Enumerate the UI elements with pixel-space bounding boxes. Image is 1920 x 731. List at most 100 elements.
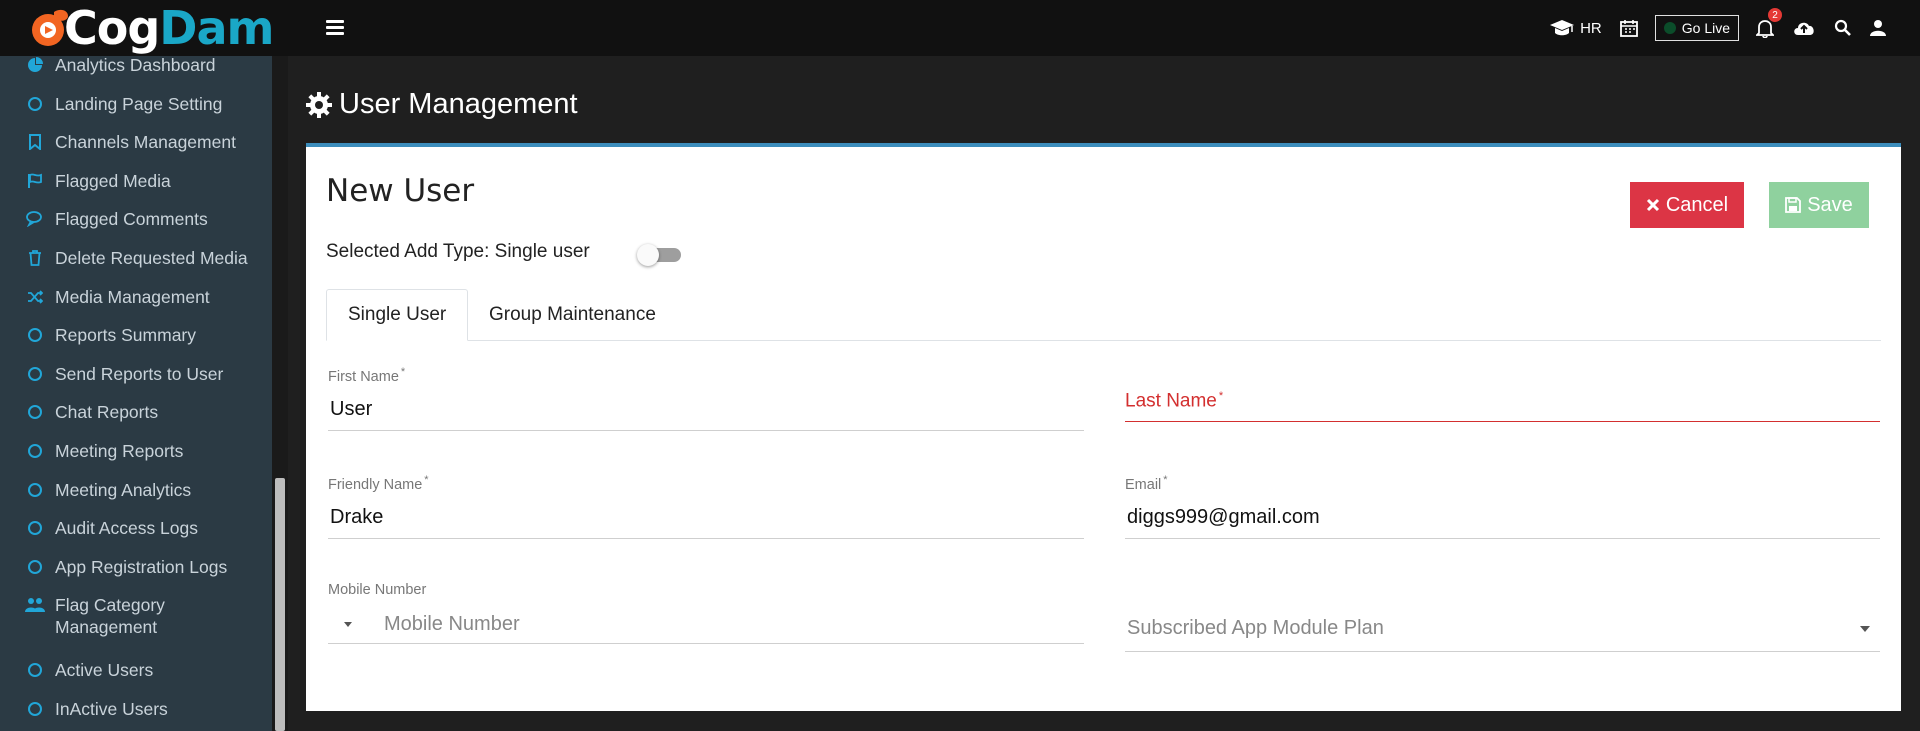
sidebar-item-label: Media Management bbox=[55, 286, 210, 307]
sidebar-item-chat-reports[interactable]: Chat Reports bbox=[0, 394, 272, 433]
graduation-cap-icon bbox=[1550, 20, 1575, 36]
close-icon bbox=[1646, 198, 1659, 212]
tab-group-maintenance[interactable]: Group Maintenance bbox=[468, 289, 677, 341]
trash-icon bbox=[25, 248, 45, 268]
sidebar-item-label: Reports Summary bbox=[55, 325, 197, 346]
calendar-icon bbox=[1619, 20, 1638, 37]
logo-bar: CogDam bbox=[0, 0, 288, 56]
sidebar-item-flagged-media[interactable]: Flagged Media bbox=[0, 163, 272, 202]
hr-label: HR bbox=[1580, 19, 1602, 37]
save-button[interactable]: Save bbox=[1769, 182, 1869, 228]
hr-menu[interactable]: HR bbox=[1550, 19, 1602, 37]
add-type-text: Selected Add Type: Single user bbox=[326, 241, 590, 262]
sidebar-item-flag-category-management[interactable]: Flag Category Management bbox=[0, 587, 272, 652]
email-label: Email * bbox=[1125, 474, 1168, 493]
country-code-dropdown-icon[interactable] bbox=[344, 622, 352, 627]
sidebar-item-label: Flagged Comments bbox=[55, 209, 208, 230]
shuffle-icon bbox=[25, 287, 45, 307]
page-title: User Management bbox=[305, 88, 578, 121]
sidebar-item-label: App Registration Logs bbox=[55, 556, 228, 577]
friendly-name-field[interactable]: Friendly Name * Drake bbox=[328, 474, 1084, 539]
circle-icon bbox=[25, 699, 45, 719]
sidebar-item-label: Chat Reports bbox=[55, 402, 159, 423]
sidebar-item-label: Meeting Reports bbox=[55, 440, 184, 461]
page-title-text: User Management bbox=[339, 88, 578, 120]
tab-single-user[interactable]: Single User bbox=[326, 289, 469, 341]
sidebar-scroll-thumb[interactable] bbox=[275, 478, 285, 731]
email-field[interactable]: Email * diggs999@gmail.com bbox=[1125, 474, 1880, 539]
circle-icon bbox=[25, 557, 45, 577]
last-name-field[interactable]: Last Name * bbox=[1125, 390, 1880, 423]
go-live-button[interactable]: Go Live bbox=[1654, 15, 1739, 41]
circle-icon bbox=[25, 480, 45, 500]
go-live-label: Go Live bbox=[1681, 20, 1730, 36]
cancel-button[interactable]: Cancel bbox=[1630, 182, 1744, 228]
user-profile-button[interactable] bbox=[1870, 19, 1886, 37]
add-type-toggle[interactable] bbox=[637, 244, 681, 266]
comments-icon bbox=[25, 209, 45, 229]
form-title: New User bbox=[326, 173, 475, 209]
circle-icon bbox=[25, 660, 45, 680]
sidebar-item-label: Delete Requested Media bbox=[55, 247, 248, 268]
pie-chart-icon bbox=[25, 55, 45, 75]
sidebar-item-label: Audit Access Logs bbox=[55, 518, 198, 539]
sidebar: Analytics Dashboard Landing Page Setting… bbox=[0, 0, 288, 731]
circle-icon bbox=[25, 402, 45, 422]
sidebar-item-audit-access-logs[interactable]: Audit Access Logs bbox=[0, 510, 272, 549]
sidebar-item-active-users[interactable]: Active Users bbox=[0, 652, 272, 691]
sidebar-item-send-reports-to-user[interactable]: Send Reports to User bbox=[0, 356, 272, 395]
cloud-upload-icon bbox=[1794, 22, 1814, 35]
sidebar-item-app-registration-logs[interactable]: App Registration Logs bbox=[0, 549, 272, 588]
mobile-number-label: Mobile Number bbox=[328, 582, 427, 598]
chevron-down-icon bbox=[1860, 625, 1870, 632]
first-name-input[interactable]: User bbox=[328, 385, 1084, 431]
sidebar-item-meeting-reports[interactable]: Meeting Reports bbox=[0, 433, 272, 472]
subscribed-plan-placeholder: Subscribed App Module Plan bbox=[1127, 617, 1384, 639]
sidebar-item-inactive-users[interactable]: InActive Users bbox=[0, 691, 272, 730]
sidebar-item-delete-requested-media[interactable]: Delete Requested Media bbox=[0, 240, 272, 279]
sidebar-item-label: Active Users bbox=[55, 660, 154, 681]
subscribed-plan-row[interactable]: Subscribed App Module Plan bbox=[1125, 606, 1880, 652]
cogdam-logo[interactable]: CogDam bbox=[26, 1, 274, 55]
circle-icon bbox=[25, 364, 45, 384]
sidebar-item-meeting-analytics[interactable]: Meeting Analytics bbox=[0, 472, 272, 511]
notification-badge: 2 bbox=[1768, 8, 1782, 22]
sidebar-item-label: Meeting Analytics bbox=[55, 479, 192, 500]
sidebar-item-media-management[interactable]: Media Management bbox=[0, 279, 272, 318]
bookmark-icon bbox=[25, 132, 45, 152]
notifications-button[interactable]: 2 bbox=[1756, 8, 1782, 38]
friendly-name-label: Friendly Name * bbox=[328, 474, 429, 493]
friendly-name-input[interactable]: Drake bbox=[328, 493, 1084, 539]
sidebar-item-landing-page-setting[interactable]: Landing Page Setting bbox=[0, 86, 272, 125]
cancel-label: Cancel bbox=[1665, 193, 1729, 216]
mobile-number-field[interactable]: Mobile Number Mobile Number bbox=[328, 582, 1084, 644]
last-name-label: Last Name * bbox=[1125, 390, 1224, 412]
mobile-number-input[interactable]: Mobile Number bbox=[384, 613, 520, 636]
top-bar: HR Go Live 2 bbox=[288, 0, 1920, 56]
sidebar-item-reports-summary[interactable]: Reports Summary bbox=[0, 317, 272, 356]
sidebar-item-channels-management[interactable]: Channels Management bbox=[0, 124, 272, 163]
search-button[interactable] bbox=[1834, 19, 1852, 37]
mobile-number-row: Mobile Number bbox=[328, 598, 1084, 644]
menu-toggle-icon[interactable] bbox=[326, 20, 344, 36]
upload-button[interactable] bbox=[1792, 19, 1816, 37]
flag-icon bbox=[25, 171, 45, 191]
sidebar-item-label: Flagged Media bbox=[55, 170, 171, 191]
subscribed-plan-select[interactable]: Subscribed App Module Plan bbox=[1125, 606, 1880, 652]
logo-text-cog: Cog bbox=[64, 1, 160, 55]
circle-icon bbox=[25, 518, 45, 538]
sidebar-menu: Analytics Dashboard Landing Page Setting… bbox=[0, 47, 272, 730]
toggle-knob bbox=[637, 244, 659, 266]
first-name-label: First Name * bbox=[328, 366, 406, 385]
last-name-input[interactable] bbox=[1125, 421, 1880, 423]
gear-icon bbox=[306, 91, 332, 118]
first-name-field[interactable]: First Name * User bbox=[328, 366, 1084, 431]
logo-text-dam: Dam bbox=[159, 1, 274, 55]
sidebar-item-label: Landing Page Setting bbox=[55, 93, 223, 114]
sidebar-item-flagged-comments[interactable]: Flagged Comments bbox=[0, 201, 272, 240]
circle-icon bbox=[25, 325, 45, 345]
email-input[interactable]: diggs999@gmail.com bbox=[1125, 493, 1880, 539]
new-user-card: New User Cancel Save Selected Add Type: … bbox=[306, 143, 1901, 711]
calendar-button[interactable] bbox=[1619, 19, 1638, 37]
save-label: Save bbox=[1807, 193, 1853, 216]
